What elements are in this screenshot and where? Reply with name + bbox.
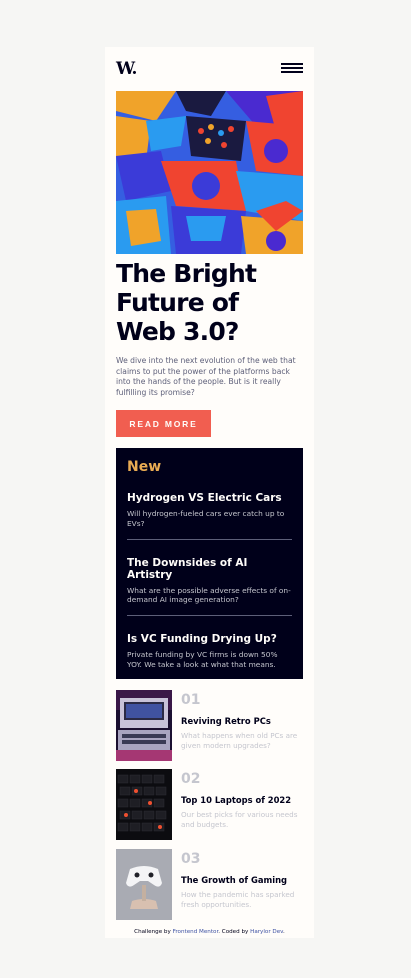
hamburger-icon[interactable] — [281, 63, 303, 74]
headline: The Bright Future of Web 3.0? — [116, 259, 257, 346]
article-desc: What happens when old PCs are given mode… — [181, 731, 298, 750]
attribution-footer: Challenge by Frontend Mentor. Coded by H… — [105, 929, 314, 935]
read-more-button[interactable]: READ MORE — [116, 410, 211, 437]
author-link[interactable]: Harylor Dev — [250, 929, 283, 935]
frontend-mentor-link[interactable]: Frontend Mentor — [173, 929, 219, 935]
footer-prefix: Challenge by — [134, 929, 173, 935]
divider — [127, 538, 292, 540]
divider — [127, 615, 292, 617]
footer-suffix: . — [283, 929, 285, 935]
new-heading: New — [127, 459, 162, 475]
new-section: New Hydrogen VS Electric Cars Will hydro… — [116, 448, 303, 679]
new-item-title[interactable]: Is VC Funding Drying Up? — [127, 633, 292, 645]
numbered-article: 02 Top 10 Laptops of 2022 Our best picks… — [116, 769, 303, 840]
new-item-title[interactable]: Hydrogen VS Electric Cars — [127, 492, 292, 504]
new-item-desc: Private funding by VC firms is down 50% … — [127, 650, 278, 669]
game-controller-image[interactable] — [116, 849, 172, 920]
numbered-article: 03 The Growth of Gaming How the pandemic… — [116, 849, 303, 920]
article-title[interactable]: Top 10 Laptops of 2022 — [181, 795, 303, 805]
numbered-article: 01 Reviving Retro PCs What happens when … — [116, 690, 303, 761]
hero-image — [116, 91, 303, 254]
new-item-desc: Will hydrogen-fueled cars ever catch up … — [127, 509, 285, 528]
retro-pc-image[interactable] — [116, 690, 172, 761]
footer-middle: . Coded by — [218, 929, 251, 935]
article-number: 03 — [181, 851, 201, 867]
site-header: W. — [116, 59, 303, 79]
article-desc: How the pandemic has sparked fresh oppor… — [181, 890, 295, 909]
article-number: 01 — [181, 692, 201, 708]
new-item-title[interactable]: The Downsides of AI Artistry — [127, 557, 292, 581]
new-item: Hydrogen VS Electric Cars Will hydrogen-… — [127, 487, 292, 529]
page-container: W. The Bright Future of Web 3.0? We dive… — [105, 47, 314, 938]
lead-paragraph: We dive into the next evolution of the w… — [116, 356, 296, 397]
article-title[interactable]: The Growth of Gaming — [181, 875, 303, 885]
article-desc: Our best picks for various needs and bud… — [181, 810, 298, 829]
article-title[interactable]: Reviving Retro PCs — [181, 716, 303, 726]
new-item: Is VC Funding Drying Up? Private funding… — [127, 628, 292, 670]
logo[interactable]: W. — [116, 59, 137, 79]
laptop-keyboard-image[interactable] — [116, 769, 172, 840]
new-item-desc: What are the possible adverse effects of… — [127, 585, 291, 605]
new-item: The Downsides of AI Artistry What are th… — [127, 552, 292, 606]
article-number: 02 — [181, 771, 201, 787]
